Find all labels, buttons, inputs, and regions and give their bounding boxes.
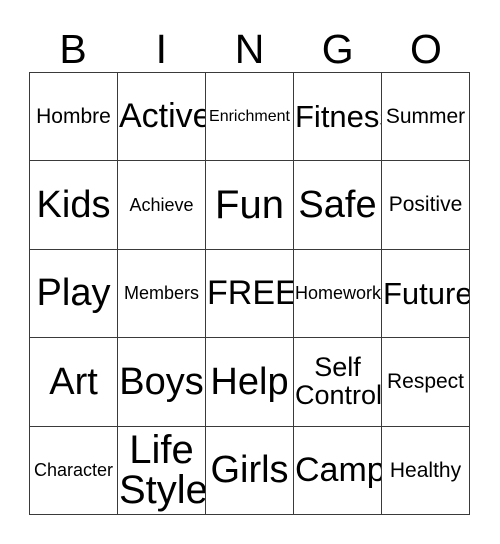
bingo-header-row: B I N G O (29, 18, 470, 70)
bingo-cell-label: Art (49, 360, 98, 403)
bingo-cell-b2[interactable]: Kids (30, 161, 118, 250)
bingo-cell-label: Safe (298, 183, 377, 226)
bingo-cell-label: Character (33, 460, 114, 481)
bingo-cell-o2[interactable]: Positive (382, 161, 470, 250)
bingo-cell-g3[interactable]: Homework (294, 249, 382, 339)
bingo-cell-label: Healthy (389, 458, 462, 482)
bingo-cell-label: Play (36, 272, 111, 315)
bingo-cell-label: Summer (385, 104, 466, 128)
bingo-header-cell-b: B (29, 18, 117, 70)
bingo-cell-label: Kids (36, 183, 111, 226)
bingo-cell-label: Achieve (129, 194, 194, 215)
bingo-cell-label: Life Style (119, 427, 206, 513)
bingo-header-letter-g: G (321, 26, 354, 72)
bingo-cell-n2[interactable]: Fun (206, 161, 294, 250)
bingo-cell-i5[interactable]: Life Style (118, 426, 206, 515)
bingo-grid: Hombre Active Enrichment Fitness Summer … (29, 72, 470, 515)
bingo-free-space-label: FREE! (207, 274, 293, 313)
bingo-header-cell-n: N (205, 18, 293, 70)
bingo-cell-n5[interactable]: Girls (206, 426, 294, 515)
bingo-cell-b1[interactable]: Hombre (30, 73, 118, 162)
bingo-cell-g5[interactable]: Camp (294, 426, 382, 515)
bingo-cell-label: Girls (210, 448, 289, 491)
bingo-cell-o1[interactable]: Summer (382, 73, 470, 162)
bingo-cell-label: Hombre (36, 104, 111, 128)
bingo-cell-label: Active (119, 97, 206, 136)
bingo-cell-o4[interactable]: Respect (382, 338, 470, 427)
bingo-cell-label: Homework (295, 283, 382, 304)
bingo-cell-label: Respect (386, 370, 465, 394)
bingo-cell-i2[interactable]: Achieve (118, 161, 206, 250)
bingo-cell-label: Fun (215, 182, 284, 227)
bingo-cell-i3[interactable]: Members (118, 249, 206, 339)
bingo-header-cell-o: O (382, 18, 470, 70)
bingo-header-cell-i: I (117, 18, 205, 70)
bingo-cell-b5[interactable]: Character (30, 426, 118, 515)
bingo-cell-label: Members (123, 283, 199, 304)
bingo-cell-label: Future (383, 275, 470, 311)
bingo-cell-label: Positive (388, 193, 463, 217)
bingo-cell-n1[interactable]: Enrichment (206, 73, 294, 162)
bingo-header-letter-i: I (155, 26, 167, 72)
bingo-cell-b4[interactable]: Art (30, 338, 118, 427)
bingo-header-letter-n: N (234, 26, 265, 72)
bingo-cell-g2[interactable]: Safe (294, 161, 382, 250)
bingo-cell-g4[interactable]: Self Control (294, 338, 382, 427)
bingo-header-letter-o: O (409, 26, 442, 72)
bingo-cell-free-space[interactable]: FREE! (206, 249, 294, 339)
bingo-cell-o5[interactable]: Healthy (382, 426, 470, 515)
bingo-card: B I N G O Hombre Active Enrichment Fitne… (0, 0, 500, 544)
bingo-cell-i1[interactable]: Active (118, 73, 206, 162)
bingo-cell-label: Camp (295, 450, 382, 489)
bingo-cell-b3[interactable]: Play (30, 249, 118, 339)
bingo-cell-i4[interactable]: Boys (118, 338, 206, 427)
bingo-cell-label: Help (210, 360, 289, 403)
bingo-cell-o3[interactable]: Future (382, 249, 470, 339)
bingo-cell-n4[interactable]: Help (206, 338, 294, 427)
bingo-cell-label: Boys (119, 360, 204, 403)
bingo-header-cell-g: G (294, 18, 382, 70)
bingo-cell-label: Self Control (295, 352, 382, 410)
bingo-cell-g1[interactable]: Fitness (294, 73, 382, 162)
bingo-cell-label: Fitness (295, 98, 381, 134)
bingo-header-letter-b: B (59, 26, 87, 72)
bingo-cell-label: Enrichment (209, 107, 290, 125)
